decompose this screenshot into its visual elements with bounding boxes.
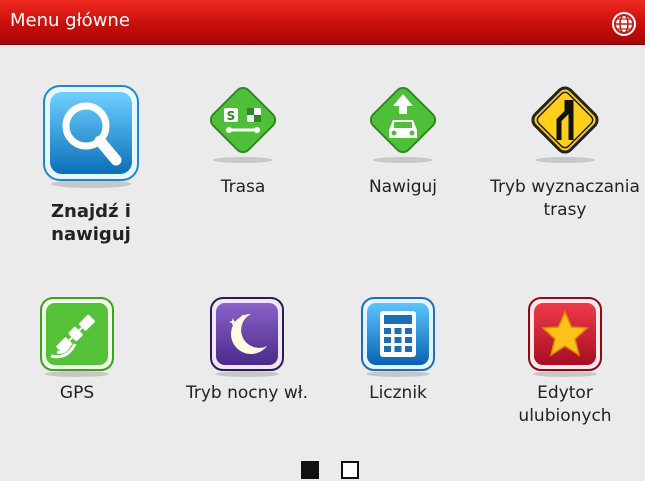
tile-night-mode[interactable]: Tryb nocny wł. [172,294,322,405]
page-title: Menu główne [10,10,130,31]
star-icon [528,297,602,377]
tile-label: Tryb nocny wł. [185,383,309,403]
svg-text:S: S [227,109,236,123]
moon-icon [210,297,284,377]
tile-counter[interactable]: Licznik [323,294,473,405]
tile-favorites-editor[interactable]: Edytor ulubionych [490,294,640,428]
globe-icon[interactable] [611,11,637,37]
tile-navigate[interactable]: Nawiguj [328,84,478,199]
page-indicator-2[interactable] [341,461,359,479]
tile-label: Trasa [220,177,266,197]
tile-route-mode[interactable]: Tryb wyznaczania trasy [490,84,640,222]
tile-label: GPS [59,383,95,403]
calculator-icon [361,297,435,377]
tile-label: Licznik [369,383,427,403]
route-icon: S [209,86,277,163]
tile-find-and-navigate[interactable]: Znajdź i nawiguj [16,80,166,246]
satellite-icon [40,297,114,377]
tile-label: Edytor ulubionych [518,383,612,426]
tile-label: Nawiguj [368,177,438,197]
road-sign-icon [531,86,599,163]
page-indicator-1[interactable] [301,461,319,479]
navigate-car-icon [369,86,437,163]
tile-label: Znajdź i nawiguj [51,201,131,245]
tile-route[interactable]: S Trasa [168,84,318,199]
tile-gps[interactable]: GPS [2,294,152,405]
search-icon [43,85,139,188]
tile-label: Tryb wyznaczania trasy [490,177,640,220]
title-bar: Menu główne [0,0,645,45]
